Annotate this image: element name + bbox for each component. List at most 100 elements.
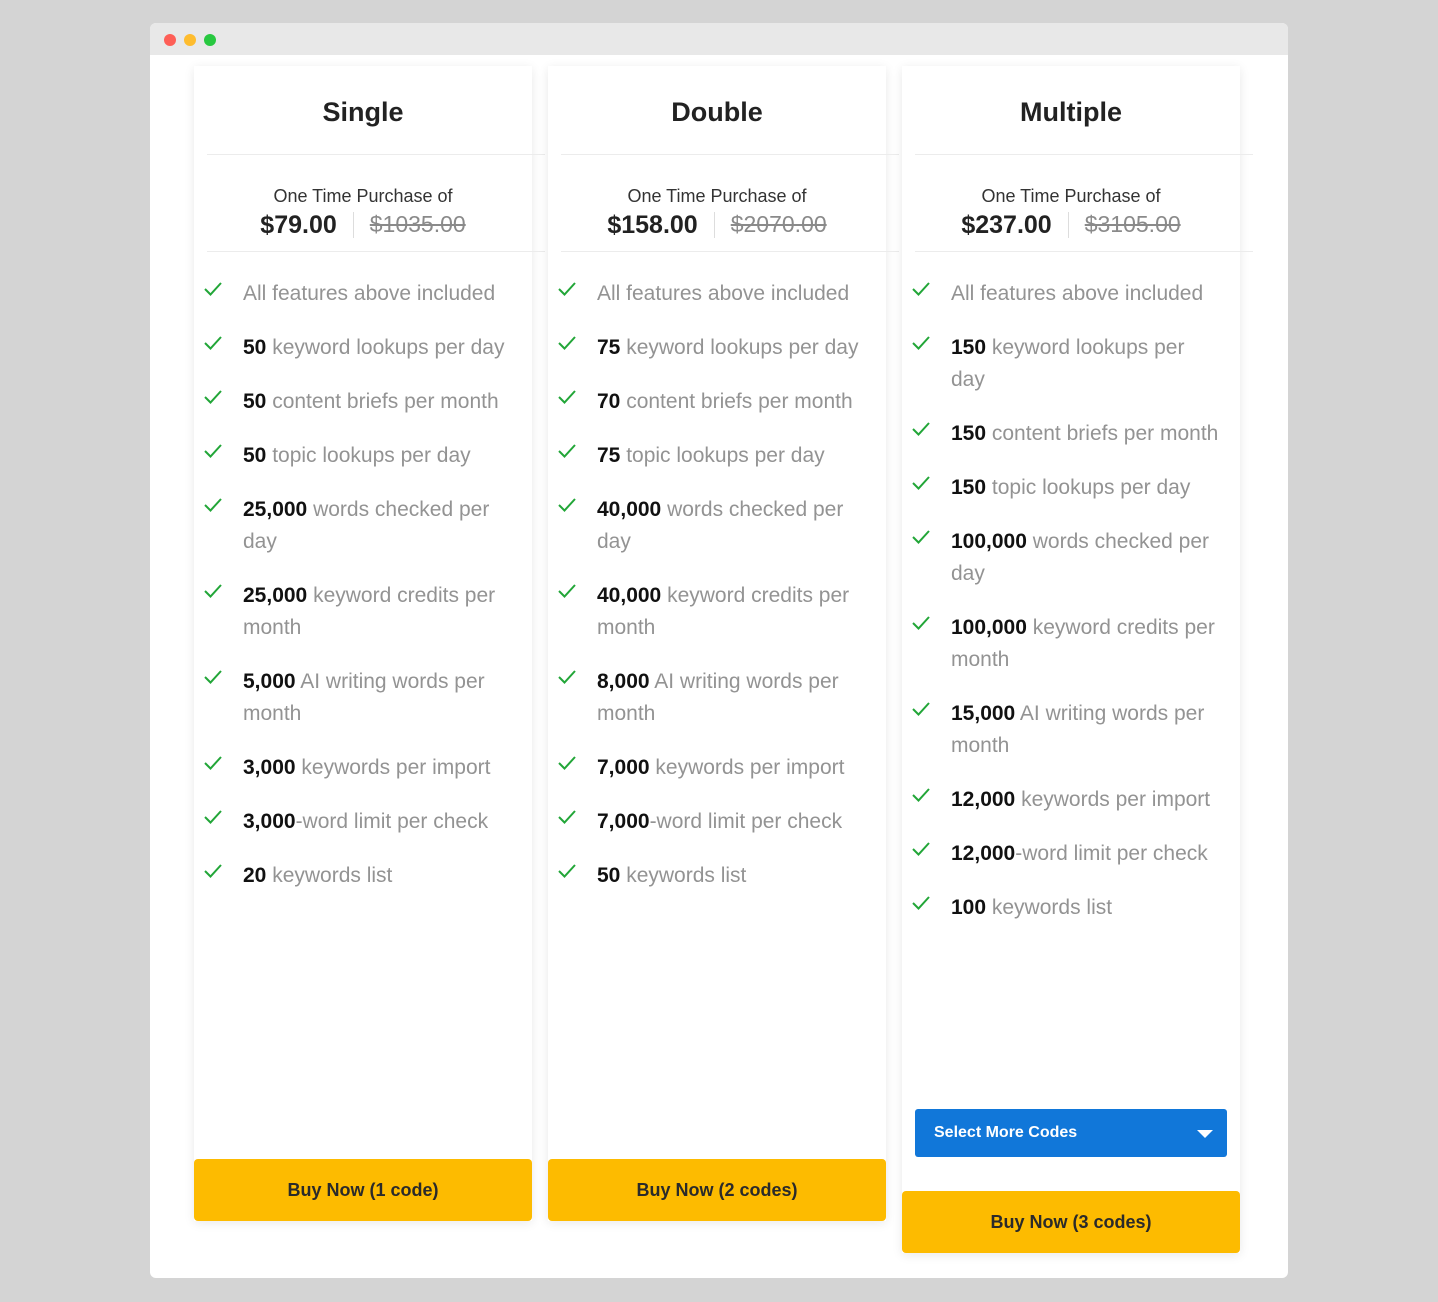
feature-quantity: 5,000 (243, 670, 296, 693)
feature-item: 150 topic lookups per day (902, 472, 1240, 504)
feature-item: 100,000 keyword credits per month (902, 612, 1240, 676)
checkmark-icon (558, 390, 576, 404)
feature-quantity: 12,000 (951, 842, 1016, 865)
feature-quantity: 12,000 (951, 788, 1016, 811)
buy-now-button[interactable]: Buy Now (2 codes) (548, 1159, 886, 1221)
feature-item: 75 keyword lookups per day (548, 332, 886, 364)
prices: $158.00 $2070.00 (548, 211, 886, 238)
feature-item: 100,000 words checked per day (902, 526, 1240, 590)
feature-text: keywords per import (1015, 788, 1211, 811)
feature-item: 3,000 keywords per import (194, 752, 532, 784)
select-more-codes-dropdown[interactable]: Select More Codes (915, 1109, 1227, 1157)
original-price: $2070.00 (730, 211, 827, 237)
feature-quantity: 100,000 (951, 530, 1027, 553)
buy-now-button[interactable]: Buy Now (3 codes) (902, 1191, 1240, 1253)
feature-text: -word limit per check (295, 810, 489, 833)
feature-text: -word limit per check (649, 810, 843, 833)
feature-quantity: 25,000 (243, 498, 308, 521)
feature-item: 25,000 keyword credits per month (194, 580, 532, 644)
prices: $237.00 $3105.00 (902, 211, 1240, 238)
feature-item: 50 keyword lookups per day (194, 332, 532, 364)
feature-text: keywords list (986, 896, 1113, 919)
checkmark-icon (204, 670, 222, 684)
checkmark-icon (204, 444, 222, 458)
feature-item: 15,000 AI writing words per month (902, 698, 1240, 762)
browser-window: Single One Time Purchase of $79.00 $1035… (150, 23, 1288, 1278)
feature-quantity: 75 (597, 444, 621, 467)
feature-item: 150 content briefs per month (902, 418, 1240, 450)
feature-text: keywords per import (295, 756, 491, 779)
purchase-label: One Time Purchase of (981, 186, 1161, 206)
feature-quantity: 75 (597, 336, 621, 359)
checkmark-icon (204, 498, 222, 512)
feature-item: 100 keywords list (902, 892, 1240, 924)
prices: $79.00 $1035.00 (194, 211, 532, 238)
checkmark-icon (204, 282, 222, 296)
checkmark-icon (558, 336, 576, 350)
checkmark-icon (204, 336, 222, 350)
pricing-card-single: Single One Time Purchase of $79.00 $1035… (194, 66, 545, 1221)
plan-title: Single (322, 97, 404, 127)
feature-item: 12,000 keywords per import (902, 784, 1240, 816)
plan-title: Double (671, 97, 763, 127)
feature-quantity: 100 (951, 896, 987, 919)
feature-quantity: 100,000 (951, 616, 1027, 639)
feature-text: topic lookups per day (266, 444, 471, 467)
checkmark-icon (912, 530, 930, 544)
feature-quantity: 150 (951, 476, 987, 499)
feature-text: All features above included (597, 282, 850, 305)
close-window-button[interactable] (164, 34, 176, 46)
feature-item: 25,000 words checked per day (194, 494, 532, 558)
feature-quantity: 40,000 (597, 498, 662, 521)
feature-item: 3,000-word limit per check (194, 806, 532, 838)
feature-quantity: 50 (243, 336, 267, 359)
plan-title: Multiple (1020, 97, 1122, 127)
feature-item: 40,000 words checked per day (548, 494, 886, 558)
checkmark-icon (204, 584, 222, 598)
current-price: $237.00 (961, 211, 1069, 238)
feature-quantity: 150 (951, 422, 987, 445)
feature-quantity: 50 (597, 864, 621, 887)
feature-item: 50 keywords list (548, 860, 886, 892)
checkmark-icon (912, 282, 930, 296)
checkmark-icon (912, 476, 930, 490)
buy-now-button[interactable]: Buy Now (1 code) (194, 1159, 532, 1221)
feature-text: keywords per import (649, 756, 845, 779)
feature-text: topic lookups per day (620, 444, 825, 467)
feature-quantity: 50 (243, 390, 267, 413)
feature-text: content briefs per month (266, 390, 499, 413)
feature-list: All features above included 50 keyword l… (194, 252, 532, 892)
feature-quantity: 7,000 (597, 810, 650, 833)
checkmark-icon (204, 810, 222, 824)
pricing-card-multiple: Multiple One Time Purchase of $237.00 $3… (902, 66, 1253, 1253)
feature-item: 50 topic lookups per day (194, 440, 532, 472)
feature-quantity: 3,000 (243, 756, 296, 779)
caret-down-icon (1197, 1130, 1213, 1138)
checkmark-icon (558, 670, 576, 684)
checkmark-icon (912, 702, 930, 716)
maximize-window-button[interactable] (204, 34, 216, 46)
current-price: $158.00 (607, 211, 715, 238)
feature-item: 20 keywords list (194, 860, 532, 892)
feature-text: All features above included (243, 282, 496, 305)
checkmark-icon (204, 756, 222, 770)
feature-item: 7,000 keywords per import (548, 752, 886, 784)
checkmark-icon (204, 390, 222, 404)
feature-item: 70 content briefs per month (548, 386, 886, 418)
feature-item: 75 topic lookups per day (548, 440, 886, 472)
feature-item: All features above included (902, 278, 1240, 310)
purchase-label: One Time Purchase of (273, 186, 453, 206)
minimize-window-button[interactable] (184, 34, 196, 46)
feature-text: keyword lookups per day (620, 336, 859, 359)
feature-text: All features above included (951, 282, 1204, 305)
feature-item: 12,000-word limit per check (902, 838, 1240, 870)
feature-text: content briefs per month (986, 422, 1219, 445)
feature-item: 40,000 keyword credits per month (548, 580, 886, 644)
feature-text: keyword lookups per day (266, 336, 505, 359)
original-price: $3105.00 (1084, 211, 1181, 237)
checkmark-icon (912, 336, 930, 350)
purchase-label: One Time Purchase of (627, 186, 807, 206)
checkmark-icon (912, 842, 930, 856)
checkmark-icon (912, 422, 930, 436)
pricing-card-double: Double One Time Purchase of $158.00 $207… (548, 66, 899, 1221)
